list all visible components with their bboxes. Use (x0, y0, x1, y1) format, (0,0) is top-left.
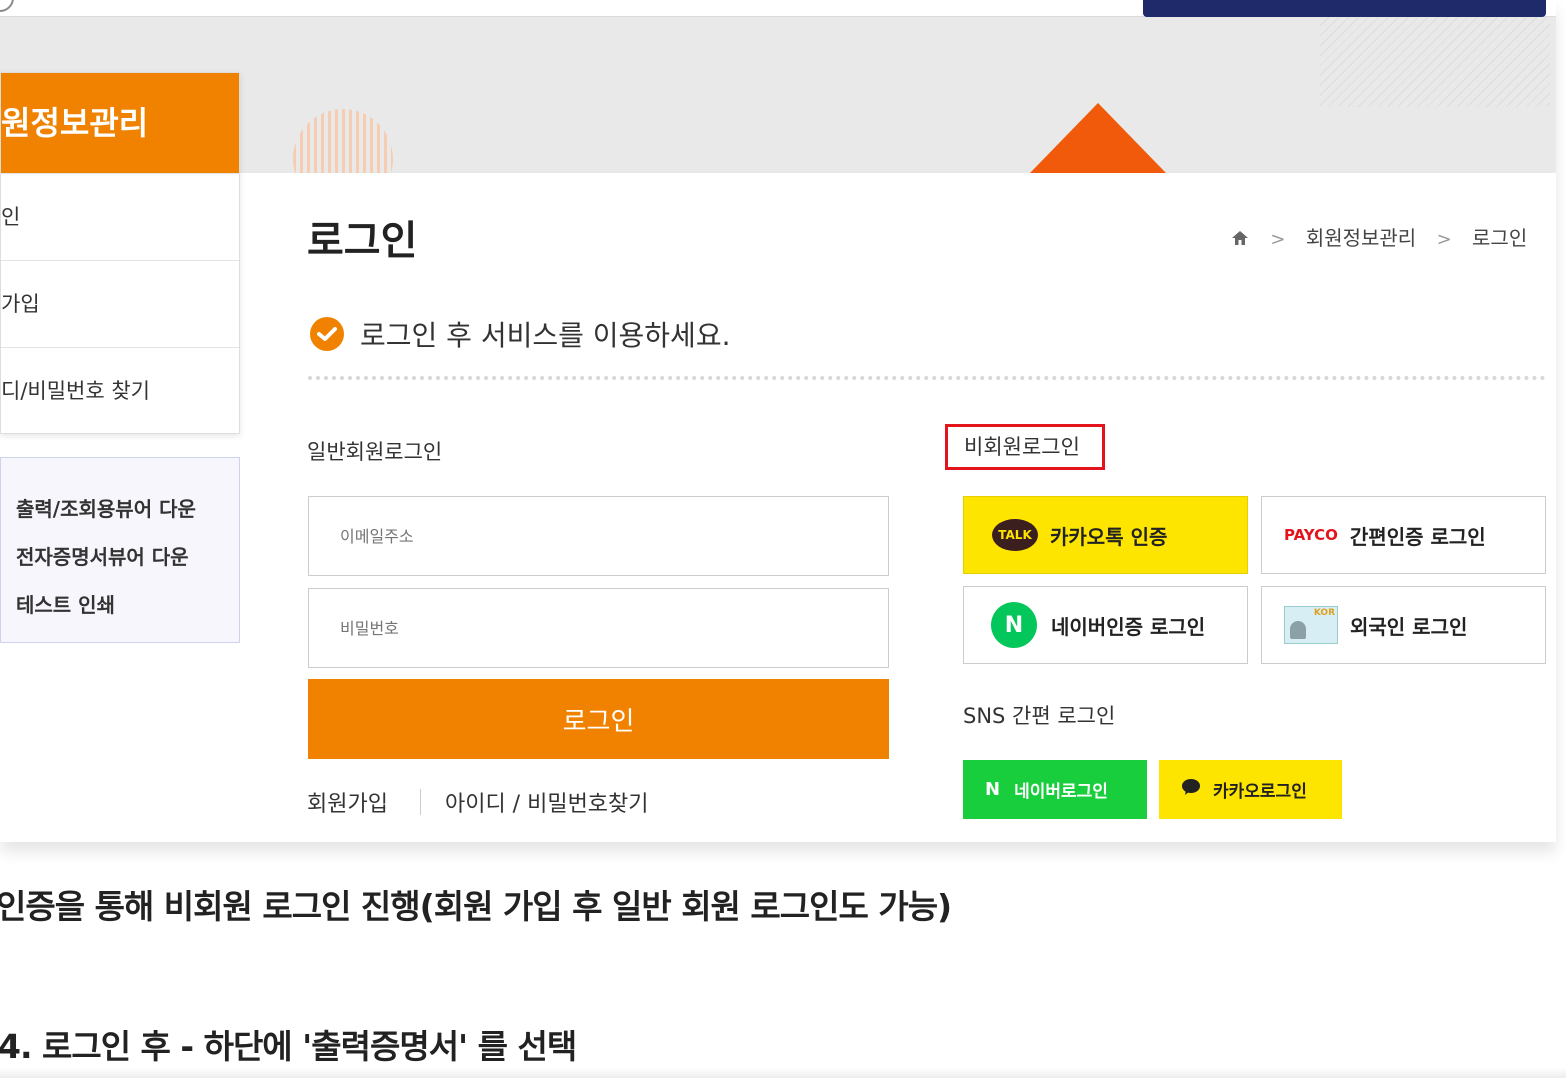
sns-login-label: SNS 간편 로그인 (963, 704, 1116, 728)
naver-n-icon: N (985, 779, 1001, 800)
caption-line-1: 인증을 통해 비회원 로그인 진행(회원 가입 후 일반 회원 로그인도 가능) (0, 887, 952, 926)
top-bar (0, 0, 1556, 17)
naver-auth-button[interactable]: N 네이버인증 로그인 (963, 586, 1248, 664)
id-card-icon: KOR (1284, 606, 1338, 644)
id-card-person (1290, 621, 1306, 639)
general-login-label: 일반회원로그인 (307, 440, 443, 464)
email-field[interactable] (308, 496, 889, 576)
sidebar-download-box: 출력/조회용뷰어 다운 전자증명서뷰어 다운 테스트 인쇄 (0, 457, 240, 643)
top-right-navy-bar (1143, 0, 1546, 17)
sidebar-item-find-account[interactable]: 디/비밀번호 찾기 (1, 347, 239, 434)
find-account-link[interactable]: 아이디 / 비밀번호찾기 (445, 786, 649, 818)
kakao-login-label: 카카오로그인 (1213, 782, 1307, 802)
sidebar-menu: 원정보관리 인 가입 디/비밀번호 찾기 (0, 72, 240, 434)
id-card-kor-text: KOR (1313, 608, 1335, 618)
foreigner-login-label: 외국인 로그인 (1350, 614, 1468, 639)
nonmember-login-label: 비회원로그인 (945, 424, 1105, 470)
link-divider (419, 789, 421, 815)
sidebar-item-signup[interactable]: 가입 (1, 260, 239, 347)
bottom-edge (0, 1068, 1566, 1078)
naver-login-button[interactable]: N 네이버로그인 (963, 760, 1147, 819)
banner-striped-circle (293, 109, 393, 173)
breadcrumb-separator: > (1436, 229, 1452, 250)
payco-auth-button[interactable]: PAYCO 간편인증 로그인 (1261, 496, 1546, 574)
breadcrumb: > 회원정보관리 > 로그인 (1230, 222, 1527, 252)
top-left-circle-icon (0, 0, 14, 12)
kakao-auth-button[interactable]: TALK 카카오톡 인증 (963, 496, 1248, 574)
e-cert-viewer-download-link[interactable]: 전자증명서뷰어 다운 (16, 533, 239, 581)
kakao-auth-label: 카카오톡 인증 (1050, 524, 1168, 549)
foreigner-login-button[interactable]: KOR 외국인 로그인 (1261, 586, 1546, 664)
naver-logo-icon: N (991, 602, 1037, 648)
check-circle-icon (310, 317, 344, 351)
naver-login-label: 네이버로그인 (1014, 782, 1108, 802)
naver-auth-label: 네이버인증 로그인 (1051, 614, 1206, 639)
payco-logo-icon: PAYCO (1284, 526, 1338, 544)
home-icon[interactable] (1230, 228, 1250, 252)
notice-text: 로그인 후 서비스를 이용하세요. (360, 319, 731, 352)
page-title: 로그인 (307, 218, 418, 264)
payco-auth-label: 간편인증 로그인 (1349, 524, 1486, 549)
sidebar-item-login[interactable]: 인 (1, 173, 239, 260)
signup-link[interactable]: 회원가입 (307, 786, 388, 818)
breadcrumb-section[interactable]: 회원정보관리 (1306, 226, 1416, 250)
caption-line-2: 4. 로그인 후 - 하단에 '출력증명서' 를 선택 (0, 1027, 577, 1066)
dotted-divider (308, 376, 1546, 380)
sidebar-title: 원정보관리 (1, 73, 239, 173)
banner-triangle (1030, 103, 1166, 173)
kakao-login-button[interactable]: 카카오로그인 (1159, 760, 1342, 819)
account-links: 회원가입 아이디 / 비밀번호찾기 (307, 786, 649, 818)
kakao-talk-icon: TALK (992, 519, 1038, 551)
test-print-link[interactable]: 테스트 인쇄 (16, 581, 239, 629)
viewer-download-link[interactable]: 출력/조회용뷰어 다운 (16, 485, 239, 533)
login-page-screenshot: 원정보관리 인 가입 디/비밀번호 찾기 출력/조회용뷰어 다운 전자증명서뷰어… (0, 0, 1556, 842)
banner-pattern (1320, 17, 1550, 107)
breadcrumb-separator: > (1270, 229, 1286, 250)
breadcrumb-current: 로그인 (1472, 226, 1528, 250)
login-button[interactable]: 로그인 (308, 679, 889, 759)
speech-bubble-icon (1181, 778, 1201, 801)
password-field[interactable] (308, 588, 889, 668)
login-notice: 로그인 후 서비스를 이용하세요. (310, 314, 730, 354)
